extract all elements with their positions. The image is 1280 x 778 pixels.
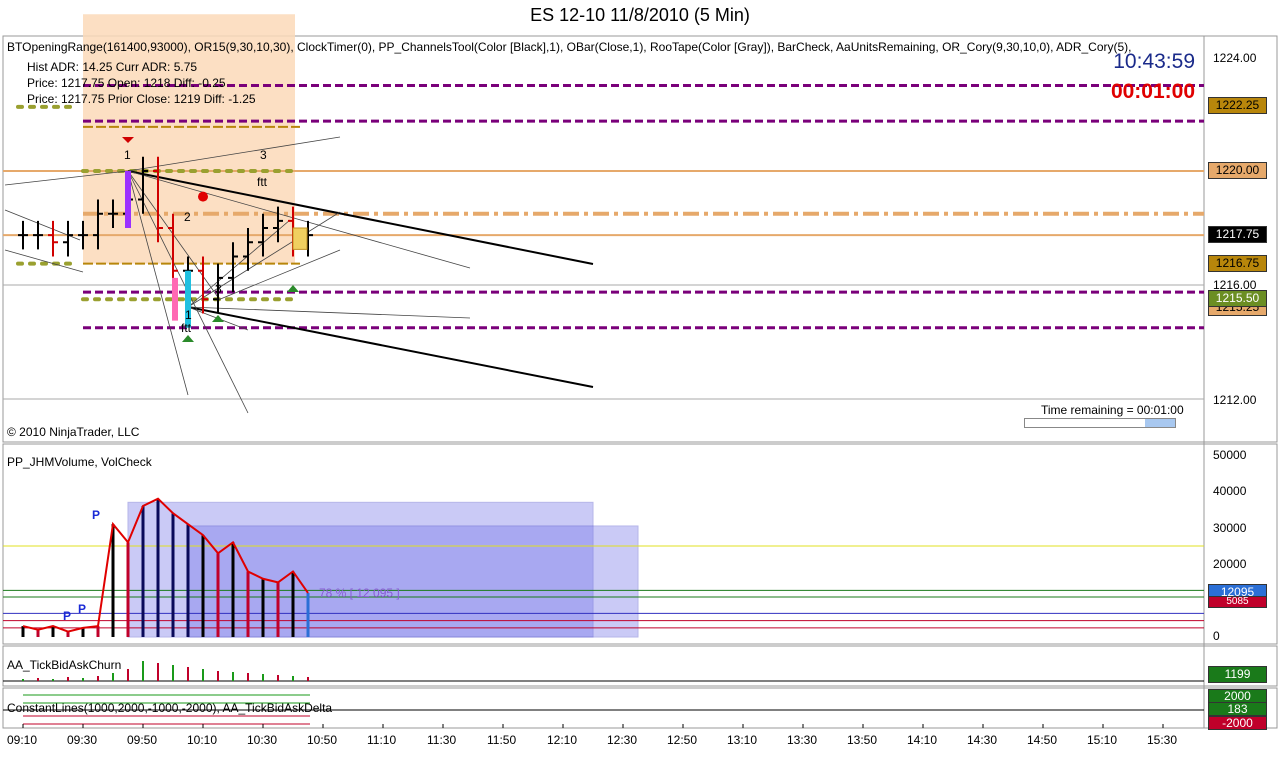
- time-axis-label: 15:10: [1087, 733, 1118, 747]
- price-badge: 1220.00: [1208, 162, 1267, 179]
- channel-line: [4, 249, 84, 273]
- wave-label: ftt: [257, 175, 268, 189]
- time-axis-label: 09:10: [7, 733, 38, 747]
- delta-badge-value: 183: [1208, 702, 1267, 716]
- wave-label: 3: [260, 148, 267, 162]
- buy-triangle: [287, 285, 299, 292]
- time-remaining: Time remaining = 00:01:00: [1041, 403, 1184, 417]
- info-open: Price: 1217.75 Open: 1218 Diff: -0.25: [27, 76, 226, 90]
- time-axis-label: 14:30: [967, 733, 998, 747]
- pivot-label: P: [63, 609, 72, 623]
- pivot-label: P: [78, 602, 87, 616]
- time-axis-label: 14:50: [1027, 733, 1058, 747]
- volume-axis-label: 20000: [1213, 557, 1247, 571]
- countdown-timer: 00:01:00: [1110, 80, 1195, 103]
- chart-window: ES 12-10 11/8/2010 (5 Min) BTOpeningRang…: [0, 0, 1280, 778]
- time-axis-label: 11:10: [367, 733, 397, 747]
- price-axis-label: 1212.00: [1213, 393, 1257, 407]
- info-adr: Hist ADR: 14.25 Curr ADR: 5.75: [27, 60, 198, 74]
- price-badge: 1222.25: [1208, 97, 1267, 114]
- info-prior-close: Price: 1217.75 Prior Close: 1219 Diff: -…: [27, 92, 256, 106]
- time-axis-label: 09:30: [67, 733, 98, 747]
- time-axis-label: 15:30: [1147, 733, 1178, 747]
- color-bar: [125, 171, 131, 228]
- time-axis-label: 12:30: [607, 733, 638, 747]
- buy-triangle: [212, 315, 224, 322]
- time-axis-label: 12:10: [547, 733, 578, 747]
- time-axis-label: 13:50: [847, 733, 878, 747]
- time-axis-label: 14:10: [907, 733, 938, 747]
- copyright: © 2010 NinjaTrader, LLC: [7, 425, 140, 439]
- price-badge: 1216.75: [1208, 255, 1267, 272]
- time-remaining-fill: [1145, 419, 1175, 427]
- delta-panel-label: ConstantLines(1000,2000,-1000,-2000), AA…: [7, 701, 333, 715]
- time-axis-label: 10:10: [187, 733, 218, 747]
- chart-canvas[interactable]: [0, 0, 1280, 778]
- pivot-label: P: [92, 508, 101, 522]
- time-axis-label: 13:10: [727, 733, 758, 747]
- wave-label: 3: [215, 282, 222, 296]
- churn-panel-label: AA_TickBidAskChurn: [7, 658, 122, 672]
- indicator-list: BTOpeningRange(161400,93000), OR15(9,30,…: [7, 40, 1132, 54]
- buy-triangle: [182, 335, 194, 342]
- time-axis-label: 12:50: [667, 733, 698, 747]
- time-axis-label: 11:30: [427, 733, 457, 747]
- volume-panel-label: PP_JHMVolume, VolCheck: [7, 455, 152, 469]
- churn-badge: 1199: [1208, 666, 1267, 683]
- signal-dot: [198, 191, 208, 202]
- volume-axis-label: 30000: [1213, 521, 1247, 535]
- chart-drawings: [3, 14, 1204, 728]
- clock-time: 10:43:59: [1113, 50, 1195, 73]
- volume-badge-sub: 5085: [1208, 596, 1267, 608]
- price-axis-label: 1224.00: [1213, 51, 1257, 65]
- price-badge-last: 1217.75: [1208, 226, 1267, 243]
- time-axis-label: 09:50: [127, 733, 158, 747]
- time-axis-label: 10:50: [307, 733, 338, 747]
- wave-label: 2: [184, 210, 191, 224]
- current-bar: [292, 227, 308, 250]
- churn-panel-frame: [2, 645, 1278, 687]
- volume-percent-label: 78 % [ 12 095 ]: [319, 586, 400, 600]
- delta-badge-neg2000: -2000: [1208, 716, 1267, 730]
- time-axis-label: 13:30: [787, 733, 818, 747]
- time-axis-label: 11:50: [487, 733, 517, 747]
- wave-label: 1: [124, 148, 131, 162]
- wave-label: 1: [185, 308, 192, 322]
- time-remaining-bar: [1024, 418, 1176, 428]
- volume-axis-label: 50000: [1213, 448, 1247, 462]
- channel-line: [187, 306, 594, 388]
- price-badge: 1215.50: [1208, 290, 1267, 307]
- volume-axis-label: 0: [1213, 629, 1220, 643]
- time-axis-label: 10:30: [247, 733, 278, 747]
- volume-axis-label: 40000: [1213, 484, 1247, 498]
- wave-label: ftt: [181, 321, 192, 335]
- color-bar: [172, 277, 178, 321]
